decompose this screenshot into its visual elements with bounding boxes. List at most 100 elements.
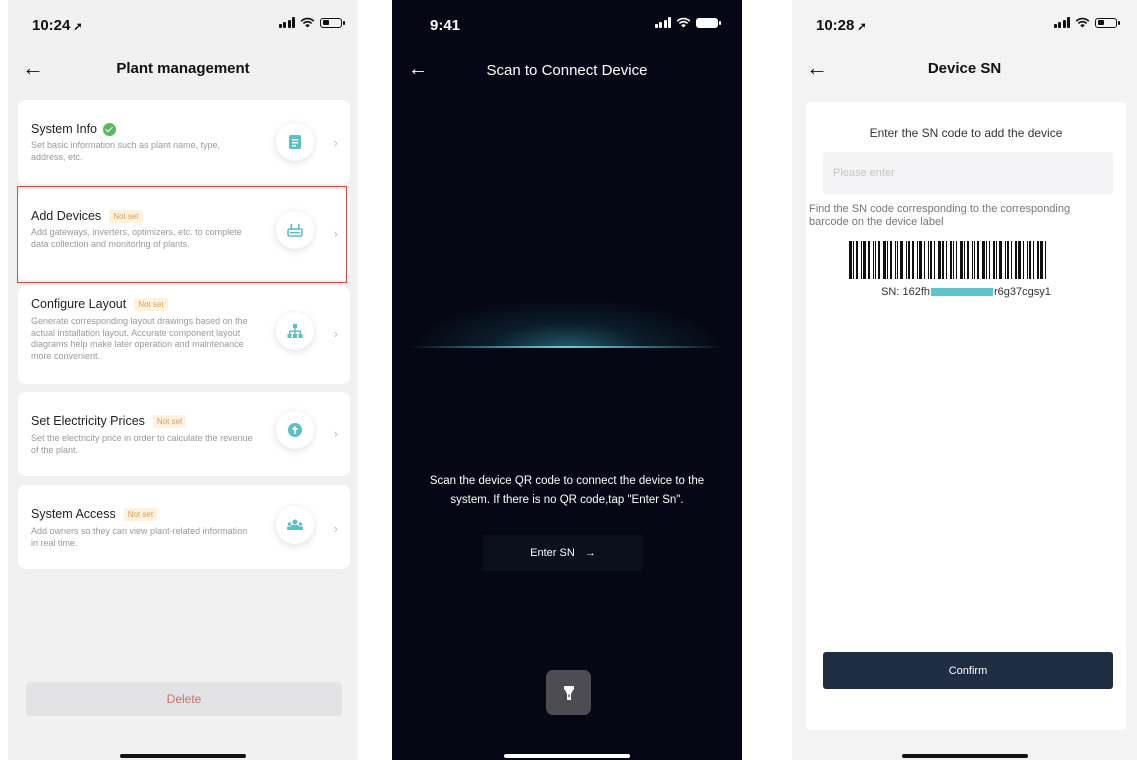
barcode-bar <box>977 241 979 279</box>
page-title: Scan to Connect Device <box>486 62 648 79</box>
sn-hint: Find the SN code corresponding to the co… <box>809 203 1071 228</box>
sn-value: SN: 162fh r6g37cgsy1 <box>846 286 1086 298</box>
barcode-bar <box>967 241 969 279</box>
card-title-text: System Access <box>31 507 116 521</box>
barcode-bar <box>853 241 854 279</box>
barcode-bar <box>1037 241 1039 279</box>
barcode-bar <box>873 241 874 279</box>
location-icon: ➚ <box>857 21 867 33</box>
barcode-bar <box>950 241 952 279</box>
page-title: Plant management <box>116 60 250 77</box>
status-bar: 10:24 ➚ <box>8 0 358 50</box>
sn-redaction <box>931 288 994 297</box>
scan-line <box>410 346 724 348</box>
nav-bar: ← Plant management <box>8 50 358 88</box>
nav-bar: ← Device SN <box>792 50 1137 88</box>
barcode-bar <box>1007 241 1009 279</box>
scan-glow <box>412 298 722 348</box>
wifi-icon <box>676 17 691 28</box>
barcode-bar <box>989 241 990 279</box>
page-title: Device SN <box>927 60 1002 77</box>
document-icon <box>276 123 314 161</box>
chevron-right-icon: › <box>333 521 338 536</box>
barcode-bar <box>912 241 914 279</box>
not-set-badge: Not set <box>134 298 168 312</box>
sn-panel: Enter the SN code to add the device Find… <box>806 102 1126 730</box>
battery-icon <box>320 17 345 28</box>
chevron-right-icon: › <box>333 226 338 241</box>
chevron-right-icon: › <box>333 135 338 150</box>
sn-input[interactable] <box>823 152 1113 194</box>
card-configure-layout[interactable]: Configure Layout Not set Generate corresp… <box>18 286 350 384</box>
home-indicator <box>504 754 630 758</box>
battery-icon <box>1095 17 1120 28</box>
card-add-devices[interactable]: Add Devices Not set Add gateways, inverte… <box>18 190 350 280</box>
layout-icon <box>276 312 314 350</box>
chevron-right-icon: › <box>333 426 338 441</box>
barcode-bar <box>878 241 880 279</box>
barcode-bar <box>964 241 965 279</box>
barcode-bar <box>849 241 852 279</box>
barcode-bar <box>1011 241 1012 279</box>
home-indicator <box>120 754 246 758</box>
card-title: System Info <box>31 122 116 137</box>
battery-icon <box>696 17 721 28</box>
card-system-info[interactable]: System Info Set basic information such a… <box>18 100 350 184</box>
barcode-bar <box>953 241 954 279</box>
status-time-text: 10:28 <box>816 17 855 34</box>
barcode-bar <box>1015 241 1017 279</box>
enter-sn-label: Enter SN <box>530 547 575 559</box>
barcode-bar <box>938 241 941 279</box>
status-bar: 10:28 ➚ <box>792 0 1137 50</box>
delete-button[interactable]: Delete <box>26 682 342 716</box>
barcode-bar <box>930 241 932 279</box>
barcode-bar <box>919 241 922 279</box>
barcode-bar <box>856 241 858 279</box>
sn-heading: Enter the SN code to add the device <box>869 126 1063 140</box>
sn-suffix: r6g37cgsy1 <box>994 286 1051 298</box>
card-description: Set basic information such as plant name… <box>31 140 221 162</box>
barcode-bar <box>1027 241 1028 279</box>
barcode-bar <box>928 241 929 279</box>
card-system-access[interactable]: System Access Not set Add owners so they … <box>18 485 350 569</box>
barcode-bar <box>900 241 903 279</box>
check-circle-icon <box>103 123 116 137</box>
card-title: System Access Not set <box>31 507 158 522</box>
card-description: Set the electricity price in order to ca… <box>31 433 253 455</box>
barcode-bar <box>960 241 963 279</box>
flashlight-button[interactable] <box>546 670 591 715</box>
arrow-right-icon: → <box>584 547 596 559</box>
flashlight-icon <box>563 685 574 700</box>
barcode-bar <box>956 241 957 279</box>
confirm-button[interactable]: Confirm <box>823 652 1113 689</box>
signal-icon <box>1053 17 1070 28</box>
barcode-bar <box>897 241 898 279</box>
barcode-bar <box>1040 241 1043 279</box>
card-description: Add owners so they can view plant-relate… <box>31 526 248 548</box>
device-icon <box>276 211 314 249</box>
barcode-bar <box>863 241 866 279</box>
barcode-bar <box>986 241 987 279</box>
enter-sn-button[interactable]: Enter SN → <box>483 535 643 571</box>
signal-icon <box>278 17 295 28</box>
not-set-badge: Not set <box>152 415 187 429</box>
card-electricity-prices[interactable]: Set Electricity Prices Not set Set the el… <box>18 392 350 476</box>
sn-prefix: SN: 162fh <box>881 286 931 298</box>
barcode-bar <box>906 241 907 279</box>
users-icon <box>276 506 314 544</box>
card-title-text: Set Electricity Prices <box>31 414 145 428</box>
chevron-right-icon: › <box>333 326 338 341</box>
status-icons <box>1053 17 1120 28</box>
signal-icon <box>654 17 671 28</box>
barcode-bar <box>924 241 925 279</box>
wifi-icon <box>300 17 315 28</box>
status-time: 10:28 ➚ <box>816 17 867 34</box>
barcode-bar <box>999 241 1002 279</box>
plant-management-screen: 10:24 ➚ ← Plant management System Info Se… <box>8 0 358 760</box>
price-icon <box>276 411 314 449</box>
barcode-bar <box>993 241 995 279</box>
status-bar: 9:41 <box>392 0 742 50</box>
barcode-bar <box>868 241 870 279</box>
barcode-bar <box>974 241 975 279</box>
barcode-bar <box>996 241 997 279</box>
